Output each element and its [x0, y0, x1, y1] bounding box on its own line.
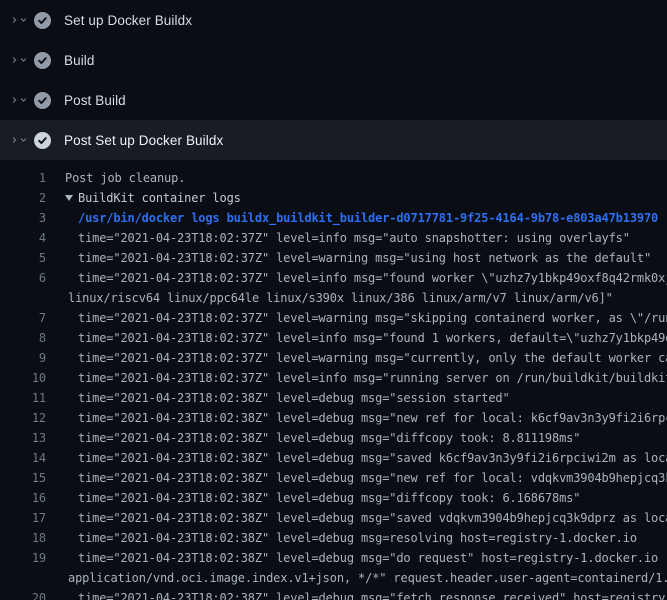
log-text: time="2021-04-23T18:02:37Z" level=info m…	[78, 328, 667, 348]
log-line-18: 18 time="2021-04-23T18:02:38Z" level=deb…	[0, 528, 667, 548]
log-line-3: 3 /usr/bin/docker logs buildx_buildkit_b…	[0, 208, 667, 228]
log-line-10: 10 time="2021-04-23T18:02:37Z" level=inf…	[0, 368, 667, 388]
log-text: time="2021-04-23T18:02:38Z" level=debug …	[78, 448, 667, 468]
step-label: Build	[64, 53, 95, 68]
log-text: time="2021-04-23T18:02:38Z" level=debug …	[78, 468, 667, 488]
log-text: time="2021-04-23T18:02:38Z" level=debug …	[78, 408, 667, 428]
log-text: time="2021-04-23T18:02:38Z" level=debug …	[78, 508, 667, 528]
log-text: time="2021-04-23T18:02:38Z" level=debug …	[78, 528, 637, 548]
step-row-post-build[interactable]: Post Build	[0, 80, 667, 120]
log-line-19: 19 time="2021-04-23T18:02:38Z" level=deb…	[0, 548, 667, 568]
log-line-cont-20: application/vnd.oci.image.index.v1+json,…	[0, 568, 667, 588]
line-number[interactable]: 17	[0, 508, 46, 528]
log-line-15: 15 time="2021-04-23T18:02:38Z" level=deb…	[0, 468, 667, 488]
line-number[interactable]: 3	[0, 208, 46, 228]
log-text: time="2021-04-23T18:02:38Z" level=debug …	[78, 388, 510, 408]
log-text: application/vnd.oci.image.index.v1+json,…	[68, 568, 667, 588]
line-number[interactable]: 20	[0, 588, 46, 600]
log-line-1: 1 Post job cleanup.	[0, 168, 667, 188]
log-text: Post job cleanup.	[65, 168, 185, 188]
log-line-6: 6 time="2021-04-23T18:02:37Z" level=info…	[0, 268, 667, 288]
log-text: BuildKit container logs	[78, 188, 241, 208]
log-line-4: 4 time="2021-04-23T18:02:37Z" level=info…	[0, 228, 667, 248]
chevron-down-icon[interactable]	[19, 52, 28, 68]
log-text: time="2021-04-23T18:02:37Z" level=warnin…	[78, 308, 667, 328]
group-collapse-triangle-icon[interactable]	[65, 195, 73, 201]
step-list: Set up Docker Buildx Build Post Build Po…	[0, 0, 667, 160]
check-circle-icon	[34, 12, 51, 29]
log-line-cont-6: linux/riscv64 linux/ppc64le linux/s390x …	[0, 288, 667, 308]
log-line-7: 7 time="2021-04-23T18:02:37Z" level=warn…	[0, 308, 667, 328]
log-line-20: 20 time="2021-04-23T18:02:38Z" level=deb…	[0, 588, 667, 600]
line-number[interactable]: 12	[0, 408, 46, 428]
step-label: Post Set up Docker Buildx	[64, 133, 223, 148]
log-text: linux/riscv64 linux/ppc64le linux/s390x …	[68, 288, 613, 308]
log-line-9: 9 time="2021-04-23T18:02:37Z" level=warn…	[0, 348, 667, 368]
log-text: time="2021-04-23T18:02:37Z" level=info m…	[78, 268, 667, 288]
log-text: time="2021-04-23T18:02:37Z" level=info m…	[78, 228, 630, 248]
line-number[interactable]: 15	[0, 468, 46, 488]
chevron-down-icon[interactable]	[19, 132, 28, 148]
log-line-2: 2 BuildKit container logs	[0, 188, 667, 208]
line-number[interactable]: 11	[0, 388, 46, 408]
line-number[interactable]: 9	[0, 348, 46, 368]
command-text: /usr/bin/docker logs buildx_buildkit_bui…	[78, 208, 658, 228]
log-line-16: 16 time="2021-04-23T18:02:38Z" level=deb…	[0, 488, 667, 508]
line-number[interactable]: 4	[0, 228, 46, 248]
chevron-right-icon[interactable]	[10, 52, 19, 68]
chevron-right-icon[interactable]	[10, 12, 19, 28]
check-circle-icon	[34, 92, 51, 109]
actions-log-viewer: Set up Docker Buildx Build Post Build Po…	[0, 0, 667, 600]
log-text: time="2021-04-23T18:02:38Z" level=debug …	[78, 548, 667, 568]
line-number[interactable]: 5	[0, 248, 46, 268]
log-line-14: 14 time="2021-04-23T18:02:38Z" level=deb…	[0, 448, 667, 468]
step-row-post-set-up-docker-buildx[interactable]: Post Set up Docker Buildx	[0, 120, 667, 160]
chevron-down-icon[interactable]	[19, 12, 28, 28]
log-area: 1 Post job cleanup. 2 BuildKit container…	[0, 160, 667, 600]
log-text: time="2021-04-23T18:02:38Z" level=debug …	[78, 488, 580, 508]
step-row-build[interactable]: Build	[0, 40, 667, 80]
log-line-11: 11 time="2021-04-23T18:02:38Z" level=deb…	[0, 388, 667, 408]
line-number[interactable]: 6	[0, 268, 46, 288]
line-number[interactable]: 8	[0, 328, 46, 348]
log-text: time="2021-04-23T18:02:37Z" level=warnin…	[78, 348, 667, 368]
line-number[interactable]: 18	[0, 528, 46, 548]
log-text: time="2021-04-23T18:02:37Z" level=warnin…	[78, 248, 651, 268]
line-number[interactable]: 1	[0, 168, 46, 188]
line-number[interactable]: 7	[0, 308, 46, 328]
log-text: time="2021-04-23T18:02:38Z" level=debug …	[78, 428, 580, 448]
step-row-set-up-docker-buildx[interactable]: Set up Docker Buildx	[0, 0, 667, 40]
chevron-right-icon[interactable]	[10, 132, 19, 148]
chevron-right-icon[interactable]	[10, 92, 19, 108]
line-number[interactable]: 14	[0, 448, 46, 468]
log-line-5: 5 time="2021-04-23T18:02:37Z" level=warn…	[0, 248, 667, 268]
log-line-13: 13 time="2021-04-23T18:02:38Z" level=deb…	[0, 428, 667, 448]
log-line-8: 8 time="2021-04-23T18:02:37Z" level=info…	[0, 328, 667, 348]
log-text: time="2021-04-23T18:02:38Z" level=debug …	[78, 588, 667, 600]
check-circle-icon	[34, 132, 51, 149]
line-number[interactable]: 2	[0, 188, 46, 208]
log-text: time="2021-04-23T18:02:37Z" level=info m…	[78, 368, 667, 388]
log-line-12: 12 time="2021-04-23T18:02:38Z" level=deb…	[0, 408, 667, 428]
line-number[interactable]: 19	[0, 548, 46, 568]
check-circle-icon	[34, 52, 51, 69]
line-number[interactable]: 10	[0, 368, 46, 388]
log-line-17: 17 time="2021-04-23T18:02:38Z" level=deb…	[0, 508, 667, 528]
step-label: Set up Docker Buildx	[64, 13, 192, 28]
line-number[interactable]: 13	[0, 428, 46, 448]
chevron-down-icon[interactable]	[19, 92, 28, 108]
step-label: Post Build	[64, 93, 126, 108]
line-number[interactable]: 16	[0, 488, 46, 508]
